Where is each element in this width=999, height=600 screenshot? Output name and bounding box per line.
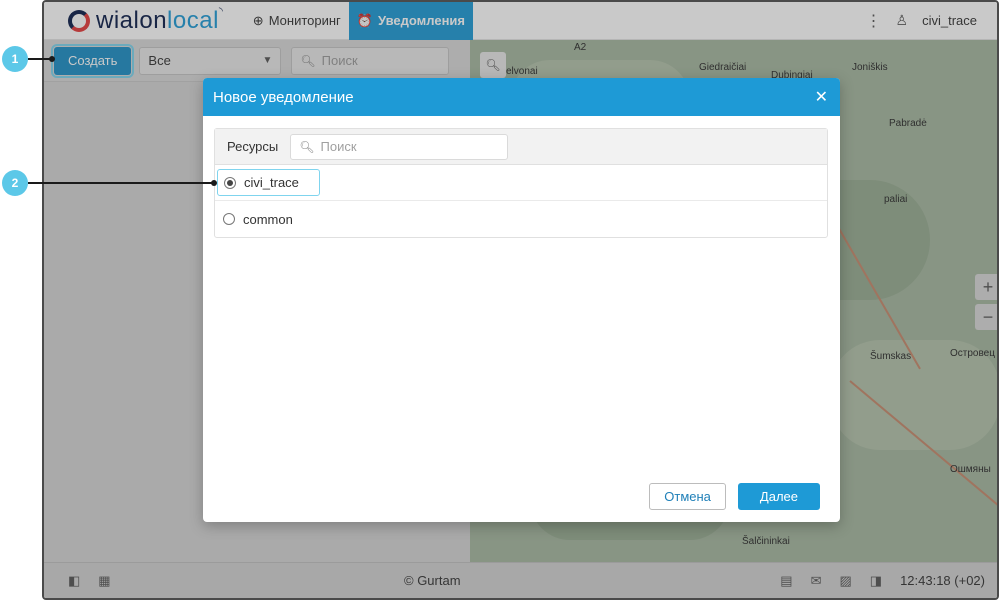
radio-checked-icon[interactable] [224,176,236,189]
search-icon: 🔍︎ [299,139,315,154]
new-notification-dialog: Новое уведомление ✕ Ресурсы 🔍︎ Поиск civ… [203,78,840,522]
resource-name: civi_trace [244,175,299,190]
resources-search-input[interactable]: 🔍︎ Поиск [290,133,509,160]
callout-2-dot [211,180,217,186]
close-icon[interactable]: ✕ [815,87,828,107]
callout-2-line [28,182,214,184]
resources-search-placeholder: Поиск [320,139,357,154]
resource-selection-highlight[interactable]: civi_trace [217,169,320,196]
dialog-title: Новое уведомление [213,88,354,106]
callout-1-dot [49,56,55,62]
dialog-header: Новое уведомление ✕ [203,78,840,116]
resource-row-civi-trace[interactable]: civi_trace [215,165,827,201]
resources-toolbar: Ресурсы 🔍︎ Поиск [215,129,827,165]
callout-1: 1 [2,46,28,72]
cancel-button[interactable]: Отмена [649,483,726,510]
resources-panel: Ресурсы 🔍︎ Поиск civi_trace common [214,128,828,238]
resource-row-common[interactable]: common [215,201,827,237]
callout-2: 2 [2,170,28,196]
resource-name: common [243,211,293,227]
dialog-footer: Отмена Далее [649,483,820,510]
resources-label: Ресурсы [227,139,279,154]
next-button[interactable]: Далее [737,483,820,510]
radio-unchecked-icon[interactable] [223,213,235,225]
